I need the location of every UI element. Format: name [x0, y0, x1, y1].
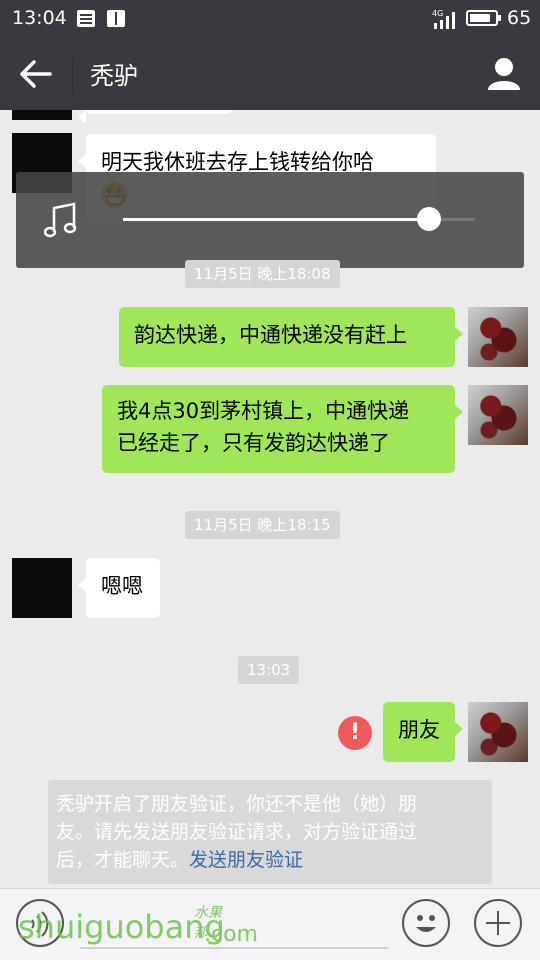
message-text-line2: 已经走了，只有发韵达快递了: [117, 431, 390, 455]
emoji-button[interactable]: [402, 899, 450, 947]
send-failed-icon[interactable]: !: [338, 716, 372, 750]
message-text: 韵达快递，中通快递没有赶上: [134, 323, 407, 347]
message-bubble-sent[interactable]: 韵达快递，中通快递没有赶上: [119, 307, 463, 367]
book-notification-icon: [107, 10, 125, 27]
timestamp: 13:03: [238, 656, 300, 684]
svg-text:4G: 4G: [432, 9, 443, 18]
system-message-line1: 秃驴开启了朋友验证，你还不是他（她）朋: [56, 793, 418, 815]
system-message: 秃驴开启了朋友验证，你还不是他（她）朋 友。请先发送朋友验证请求，对方验证通过 …: [48, 780, 492, 884]
contact-avatar[interactable]: [12, 110, 72, 120]
send-friend-verification-link[interactable]: 发送朋友验证: [189, 849, 303, 871]
news-notification-icon: [77, 10, 95, 27]
system-message-line3: 后，才能聊天。: [56, 849, 190, 871]
status-time: 13:04: [12, 7, 67, 29]
message-bubble-received[interactable]: 嗯嗯: [78, 558, 160, 618]
chat-header: 秃驴: [0, 38, 540, 110]
header-divider: [72, 58, 73, 92]
back-arrow-icon[interactable]: [18, 58, 54, 90]
battery-icon: [466, 10, 501, 26]
message-bubble-sent[interactable]: 我4点30到茅村镇上，中通快递 已经走了，只有发韵达快递了: [102, 385, 463, 473]
timestamp: 11月5日 晚上18:15: [185, 511, 340, 539]
chat-title: 秃驴: [90, 62, 138, 90]
signal-icon: 4G: [432, 9, 455, 29]
message-text-line1: 我4点30到茅村镇上，中通快递: [117, 399, 410, 423]
music-note-icon[interactable]: [44, 202, 78, 238]
message-text: 明天我休班去存上钱转给你哈: [101, 150, 374, 174]
music-progress-fill: [123, 218, 430, 221]
message-text: 嗯嗯: [101, 574, 143, 598]
smile-icon: [416, 915, 436, 932]
music-progress-track[interactable]: [123, 207, 475, 231]
my-avatar[interactable]: [468, 385, 528, 445]
my-avatar[interactable]: [468, 702, 528, 762]
timestamp: 11月5日 晚上18:08: [185, 260, 340, 288]
system-message-line2: 友。请先发送朋友验证请求，对方验证通过: [56, 821, 418, 843]
message-text: 朋友: [398, 718, 440, 742]
watermark: shuiguobang 水果邦 .com: [18, 905, 258, 947]
message-bubble-partial: [78, 110, 232, 124]
message-input[interactable]: [80, 947, 388, 949]
music-player-overlay[interactable]: [16, 172, 524, 268]
battery-percent: 65: [507, 7, 532, 29]
more-options-button[interactable]: [474, 899, 522, 947]
contact-avatar[interactable]: [12, 558, 72, 618]
music-progress-knob[interactable]: [417, 207, 442, 231]
status-bar: 13:04 4G 65: [0, 0, 540, 38]
contact-profile-icon[interactable]: [486, 56, 522, 92]
my-avatar[interactable]: [468, 307, 528, 367]
watermark-com: .com: [204, 922, 258, 947]
message-bubble-sent[interactable]: 朋友: [383, 702, 463, 762]
